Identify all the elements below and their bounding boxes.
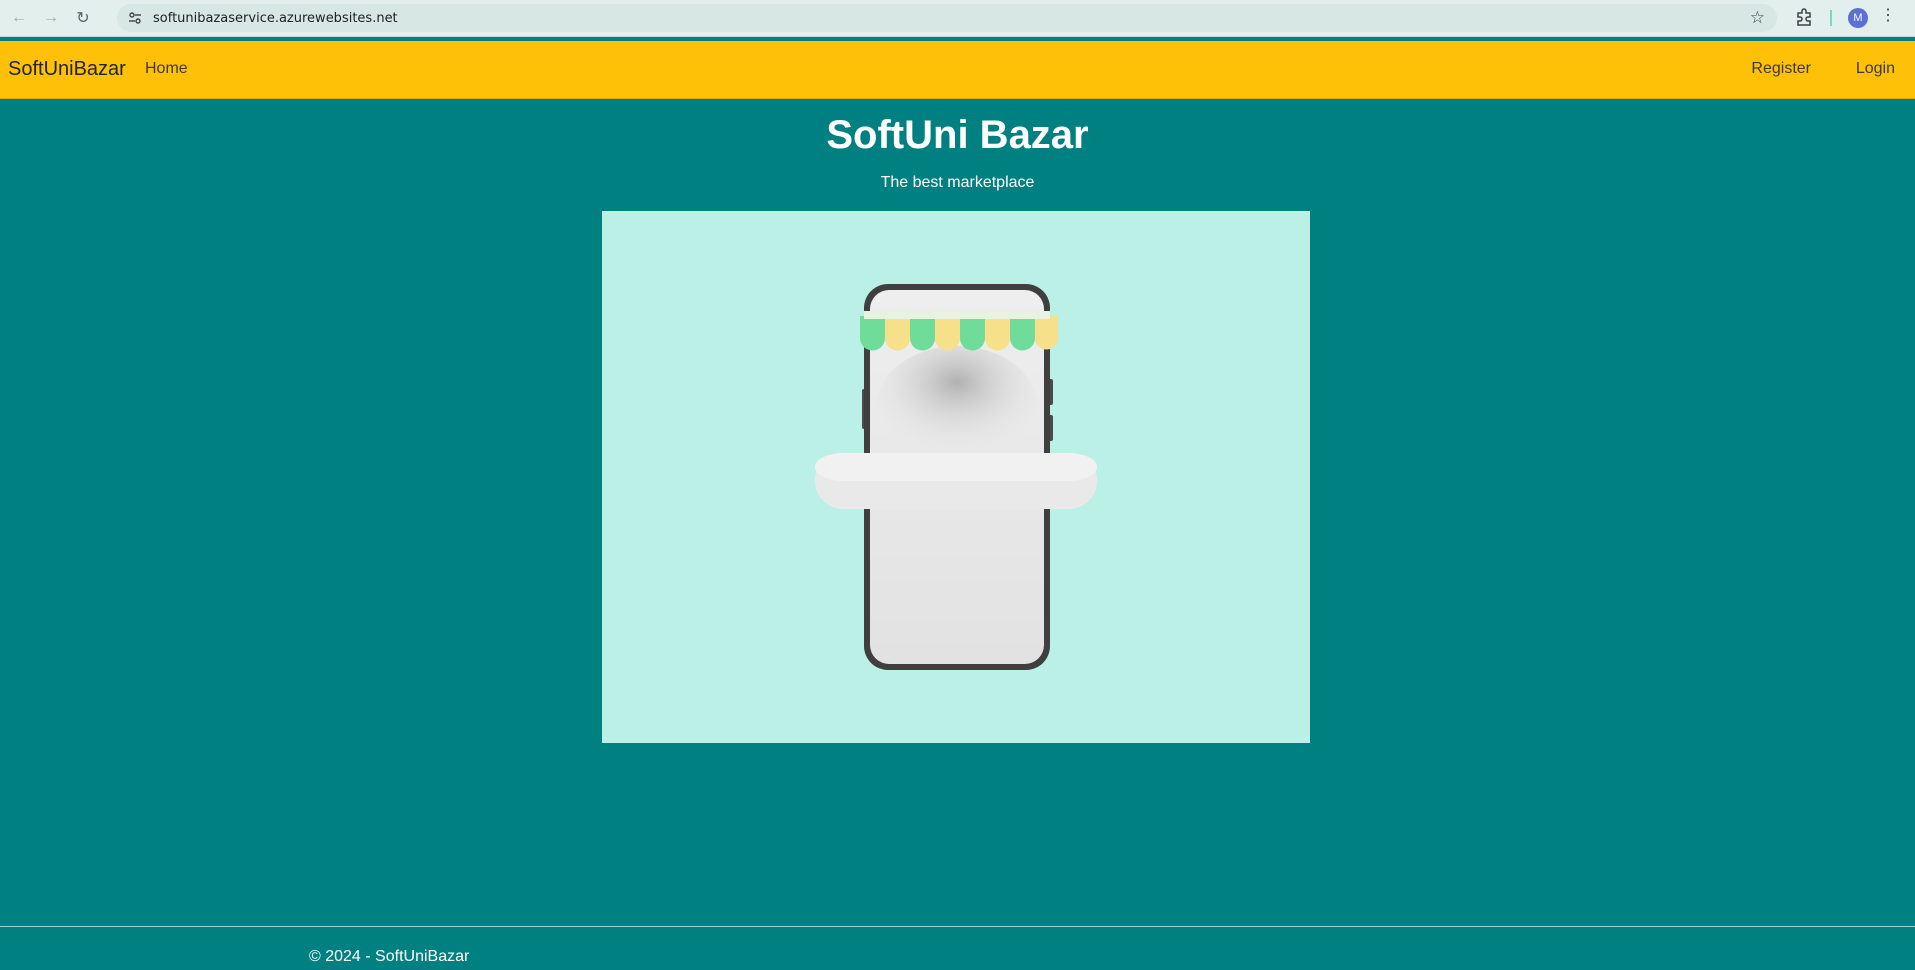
forward-icon[interactable]: →: [38, 5, 64, 31]
browser-menu-icon[interactable]: ⋮: [1880, 5, 1896, 25]
nav-register-link[interactable]: Register: [1751, 60, 1811, 78]
footer-divider: [0, 926, 1915, 927]
reload-icon[interactable]: ↻: [70, 5, 96, 31]
page-subtitle: The best marketplace: [880, 174, 1035, 191]
nav-home-link[interactable]: Home: [145, 60, 188, 78]
back-icon[interactable]: ←: [6, 5, 32, 31]
browser-toolbar: ← → ↻ softunibazaservice.azurewebsites.n…: [0, 0, 1915, 37]
profile-avatar[interactable]: M: [1848, 8, 1868, 28]
site-navbar: SoftUniBazar Home Register Login: [0, 41, 1915, 99]
address-bar[interactable]: softunibazaservice.azurewebsites.net ☆: [117, 4, 1777, 32]
page-title: SoftUni Bazar: [826, 113, 1089, 157]
bookmark-star-icon[interactable]: ☆: [1750, 8, 1765, 28]
url-text[interactable]: softunibazaservice.azurewebsites.net: [153, 11, 398, 26]
nav-login-link[interactable]: Login: [1856, 60, 1895, 78]
footer-copyright: © 2024 - SoftUniBazar: [309, 948, 470, 965]
brand-link[interactable]: SoftUniBazar: [8, 58, 126, 81]
phone-shop-illustration: [815, 284, 1097, 670]
extensions-icon[interactable]: [1794, 7, 1814, 27]
site-info-icon[interactable]: [125, 8, 145, 28]
hero-image: [602, 211, 1310, 743]
toolbar-divider: [1830, 10, 1832, 26]
